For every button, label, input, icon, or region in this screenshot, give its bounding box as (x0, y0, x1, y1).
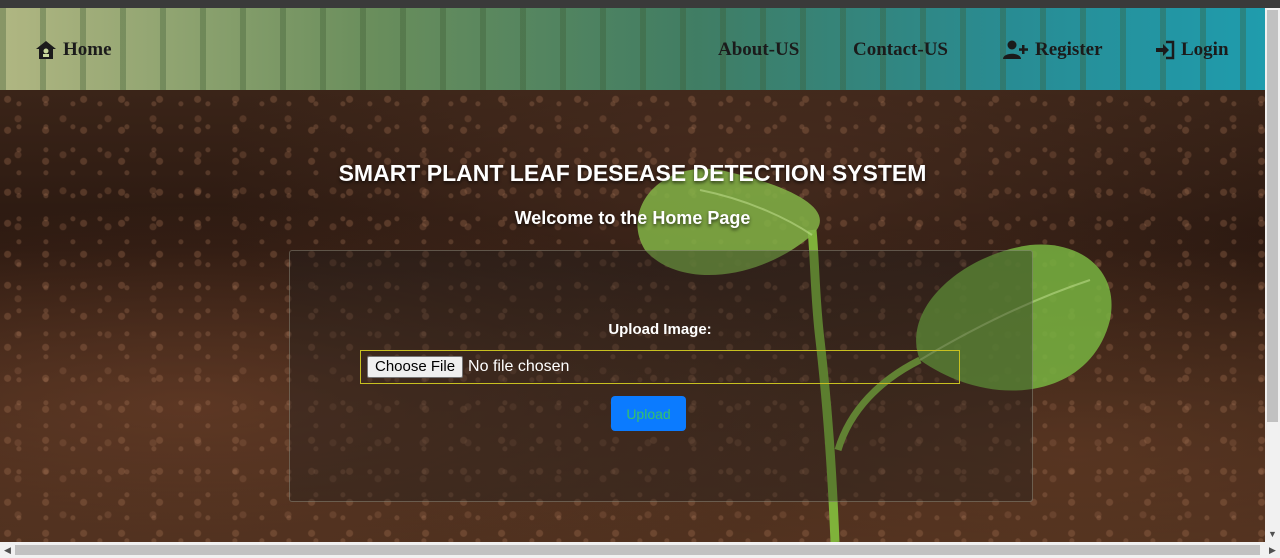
upload-button[interactable]: Upload (611, 396, 686, 431)
scroll-down-arrow-icon[interactable]: ▼ (1265, 527, 1280, 542)
nav-login-label: Login (1181, 39, 1229, 60)
scroll-left-arrow-icon[interactable]: ◀ (0, 542, 15, 558)
page-title: SMART PLANT LEAF DESEASE DETECTION SYSTE… (338, 160, 927, 186)
nav-register-label: Register (1035, 39, 1103, 60)
file-input[interactable]: Choose File No file chosen (360, 350, 960, 384)
sign-in-icon (1155, 40, 1175, 60)
nav-register-link[interactable]: Register (1003, 36, 1103, 64)
horizontal-scrollbar[interactable]: ◀ ▶ (0, 542, 1280, 558)
window-top-strip (0, 0, 1280, 8)
nav-contact-label: Contact-US (853, 39, 948, 60)
nav-about-link[interactable]: About-US (718, 36, 799, 64)
nav-home-link[interactable]: Home (35, 36, 112, 64)
user-plus-icon (1003, 40, 1029, 60)
vertical-scrollbar-thumb[interactable] (1267, 10, 1278, 422)
nav-about-label: About-US (718, 39, 800, 60)
scroll-right-arrow-icon[interactable]: ▶ (1265, 542, 1280, 558)
page-subtitle: Welcome to the Home Page (514, 208, 751, 228)
horizontal-scrollbar-thumb[interactable] (15, 545, 1260, 555)
vertical-scrollbar[interactable]: ▼ (1265, 8, 1280, 542)
nav-contact-link[interactable]: Contact-US (853, 36, 948, 64)
nav-home-label: Home (63, 39, 112, 60)
home-icon (35, 40, 57, 60)
file-status-text: No file chosen (468, 358, 570, 375)
nav-login-link[interactable]: Login (1155, 36, 1229, 64)
choose-file-button[interactable]: Choose File (367, 356, 464, 378)
top-navigation-bar: Home About-US Contact-US Register Login (0, 8, 1265, 90)
upload-image-label: Upload Image: (608, 321, 712, 338)
